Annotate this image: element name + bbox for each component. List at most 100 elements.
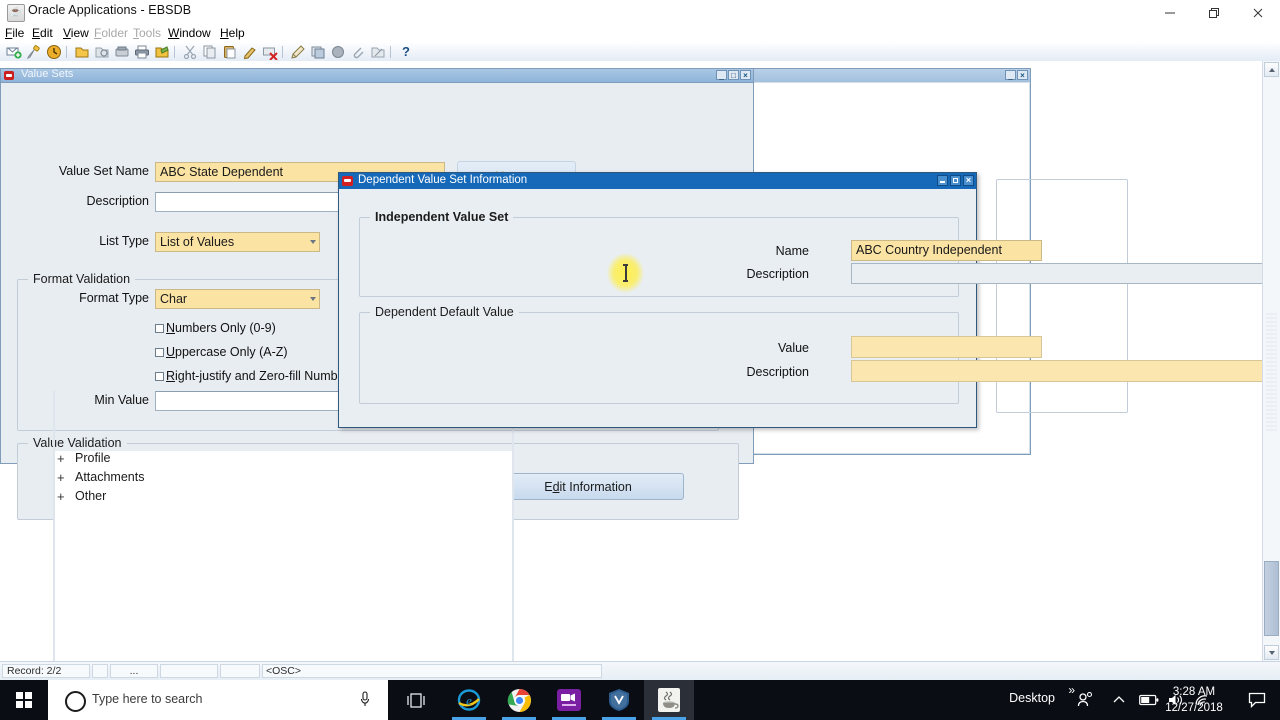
camtasia-icon[interactable] <box>544 680 594 720</box>
minimize-button[interactable] <box>1148 0 1192 25</box>
notification-icon[interactable] <box>1240 680 1274 720</box>
dialog-close-button[interactable]: × <box>963 175 974 186</box>
right-justify-checkbox[interactable]: Right-justify and Zero-fill Numb <box>155 369 341 383</box>
search-box[interactable]: Type here to search <box>48 680 388 720</box>
value-sets-minimize-button[interactable]: _ <box>716 70 727 80</box>
expand-plus-icon[interactable]: + <box>57 470 65 485</box>
find-icon[interactable] <box>74 44 90 60</box>
print-icon[interactable] <box>134 44 150 60</box>
dialog-maximize-button[interactable] <box>950 175 961 186</box>
windows-taskbar: Type here to search e Desktop » 3:28 AM … <box>0 680 1280 720</box>
dependent-default-value-fieldset: Dependent Default Value <box>359 305 959 404</box>
show-navigator-icon[interactable] <box>114 44 130 60</box>
dialog-value-input[interactable] <box>851 336 1042 358</box>
right-justify-checkbox-box[interactable] <box>155 372 164 381</box>
value-sets-close-button[interactable]: × <box>740 70 751 80</box>
dialog-default-description-input[interactable] <box>851 360 1280 382</box>
background-minimize-button[interactable]: _ <box>1005 70 1016 80</box>
svg-text:e: e <box>466 693 472 708</box>
expand-plus-icon[interactable]: + <box>57 489 65 504</box>
edit-information-button[interactable]: Edit Information <box>492 473 684 500</box>
copy-icon[interactable] <box>202 44 218 60</box>
oracle-form-icon <box>4 71 14 80</box>
paste-icon[interactable] <box>222 44 238 60</box>
edit-icon[interactable] <box>242 44 258 60</box>
value-set-name-label: Value Set Name <box>58 164 149 178</box>
delete-record-icon[interactable] <box>262 44 278 60</box>
uppercase-only-checkbox[interactable]: Uppercase Only (A-Z) <box>155 345 288 359</box>
tree-item-profile-label: Profile <box>75 451 111 465</box>
expand-plus-icon[interactable]: + <box>57 451 65 466</box>
value-sets-title: Value Sets <box>21 68 74 80</box>
help-icon[interactable]: ? <box>398 44 414 60</box>
toolbar-separator <box>390 46 391 58</box>
dialog-name-input[interactable]: ABC Country Independent <box>851 240 1042 261</box>
dependent-value-set-dialog: Dependent Value Set Information × Indepe… <box>338 172 1280 428</box>
menu-window[interactable]: Window <box>168 26 211 40</box>
dialog-description-input[interactable] <box>851 263 1280 284</box>
task-view-icon[interactable] <box>392 680 442 720</box>
duplicate-record-icon[interactable] <box>310 44 326 60</box>
format-type-select[interactable]: Char <box>155 289 320 309</box>
format-type-chevron-down-icon[interactable] <box>307 290 319 308</box>
numbers-only-checkbox-box[interactable] <box>155 324 164 333</box>
description-label: Description <box>86 194 149 208</box>
mdi-workspace: _ × Value Sets _ □ × Value Set Name ABC … <box>0 61 1280 711</box>
scrollbar-thumb[interactable] <box>1264 561 1279 636</box>
menu-help[interactable]: Help <box>220 26 245 40</box>
cut-icon[interactable] <box>182 44 198 60</box>
close-button[interactable] <box>1236 0 1280 25</box>
vertical-scrollbar[interactable] <box>1262 61 1280 661</box>
new-record-icon[interactable] <box>6 44 22 60</box>
uppercase-only-checkbox-label: ppercase Only (A-Z) <box>175 345 288 359</box>
format-type-label: Format Type <box>79 291 149 305</box>
clear-record-icon[interactable] <box>26 44 42 60</box>
scroll-up-button[interactable] <box>1264 62 1279 77</box>
menu-edit[interactable]: Edit <box>32 26 53 40</box>
clock[interactable]: 3:28 AM 12/27/2018 <box>1152 684 1236 716</box>
status-cell-4 <box>160 664 218 678</box>
zoom-icon[interactable] <box>330 44 346 60</box>
attachment-icon[interactable] <box>350 44 366 60</box>
dialog-title: Dependent Value Set Information <box>358 174 528 186</box>
numbers-only-checkbox[interactable]: Numbers Only (0-9) <box>155 321 276 335</box>
find-all-icon[interactable] <box>94 44 110 60</box>
chevron-up-icon[interactable] <box>1106 680 1132 720</box>
menu-file[interactable]: File <box>5 26 24 40</box>
background-close-button[interactable]: × <box>1017 70 1028 80</box>
google-chrome-icon[interactable] <box>494 680 544 720</box>
dialog-minimize-button[interactable] <box>937 175 948 186</box>
list-type-chevron-down-icon[interactable] <box>307 233 319 251</box>
scrollbar-track-texture <box>1266 311 1277 431</box>
dialog-titlebar[interactable]: Dependent Value Set Information × <box>339 173 976 189</box>
toolbar-separator <box>282 46 283 58</box>
virtualbox-icon[interactable] <box>594 680 644 720</box>
desktop-peek-label[interactable]: Desktop <box>1009 691 1055 705</box>
folder-tools-icon[interactable] <box>370 44 386 60</box>
internet-explorer-icon[interactable]: e <box>444 680 494 720</box>
restore-button[interactable] <box>1192 0 1236 25</box>
microphone-icon[interactable] <box>360 691 370 709</box>
background-window-controls: _ × <box>1005 70 1028 80</box>
search-input[interactable]: Type here to search <box>92 692 202 706</box>
start-button[interactable] <box>0 680 48 720</box>
oracle-form-icon <box>342 176 353 186</box>
min-value-label: Min Value <box>94 393 149 407</box>
close-form-icon[interactable] <box>154 44 170 60</box>
value-sets-maximize-button[interactable]: □ <box>728 70 739 80</box>
list-type-select[interactable]: List of Values <box>155 232 320 252</box>
right-justify-checkbox-label: ight-justify and Zero-fill Numb <box>175 369 338 383</box>
value-sets-titlebar[interactable]: Value Sets _ □ × <box>1 68 753 83</box>
min-value-input[interactable] <box>155 391 345 411</box>
scroll-down-button[interactable] <box>1264 645 1279 660</box>
people-icon[interactable] <box>1070 680 1100 720</box>
java-coffee-icon: ☕ <box>7 4 25 22</box>
menu-view[interactable]: View <box>63 26 89 40</box>
menu-tools: Tools <box>133 26 162 40</box>
recent-history-icon[interactable] <box>46 44 62 60</box>
status-message-cell <box>262 664 602 678</box>
java-app-icon[interactable] <box>644 680 694 720</box>
application-root: ☕ Oracle Applications - EBSDB ORACLE® <box>0 0 1280 720</box>
clear-field-icon[interactable] <box>290 44 306 60</box>
uppercase-only-checkbox-box[interactable] <box>155 348 164 357</box>
